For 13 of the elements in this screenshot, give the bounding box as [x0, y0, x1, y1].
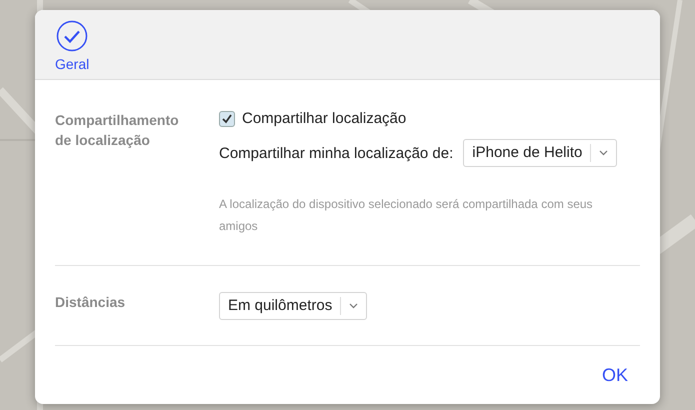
section-label: Compartilhamento de localização: [55, 111, 180, 150]
ok-button[interactable]: OK: [596, 364, 634, 386]
field-label: Compartilhar minha localização de:: [219, 144, 454, 162]
caret-icon: [599, 150, 608, 156]
hint-text: A localização do dispositivo selecionado será compartilhada com seus amigos: [219, 196, 594, 235]
checkmark-icon: [56, 20, 88, 52]
caret-icon: [349, 303, 358, 309]
section-label: Distâncias: [55, 293, 126, 312]
dropdown[interactable]: iPhone de Helito: [463, 139, 618, 167]
checkmark-icon: [221, 112, 233, 124]
general-tab[interactable]: Geral: [55, 10, 90, 79]
dropdown[interactable]: Em quilômetros: [219, 292, 368, 320]
share-checkbox[interactable]: Compartilhar localização: [219, 110, 640, 127]
